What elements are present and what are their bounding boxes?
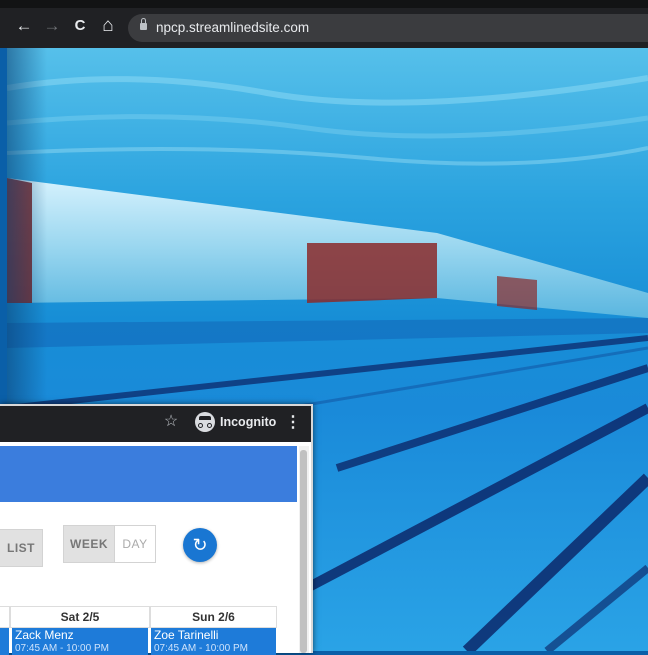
reload-icon[interactable]: C xyxy=(70,16,90,36)
column-header-sun: Sun 2/6 xyxy=(150,606,277,628)
forward-arrow-icon[interactable]: → xyxy=(42,16,62,36)
calendar-browser-window: ☆ Incognito ⋮ LIST WEEK DAY ↻ Sat 2/5 Su… xyxy=(0,404,313,655)
window-toolbar: ☆ Incognito ⋮ xyxy=(0,406,311,442)
refresh-icon: ↻ xyxy=(192,535,208,555)
day-view-button[interactable]: DAY xyxy=(114,525,156,563)
home-icon[interactable]: ⌂ xyxy=(98,16,118,36)
scrollbar-thumb[interactable] xyxy=(300,450,307,653)
event-time: 07:45 AM - 10:00 PM xyxy=(154,643,248,654)
event-name: Zack Menz xyxy=(15,628,74,642)
week-view-button[interactable]: WEEK xyxy=(63,525,115,563)
list-view-button[interactable]: LIST xyxy=(0,529,43,567)
bookmark-star-icon[interactable]: ☆ xyxy=(162,413,180,431)
lock-icon xyxy=(140,18,147,30)
browser-menu-icon[interactable]: ⋮ xyxy=(285,414,301,432)
browser-toolbar: ← → C ⌂ npcp.streamlinedsite.com xyxy=(0,0,648,48)
address-bar[interactable]: npcp.streamlinedsite.com xyxy=(128,14,648,42)
incognito-icon xyxy=(195,412,215,432)
refresh-button[interactable]: ↻ xyxy=(183,528,217,562)
column-header-sat: Sat 2/5 xyxy=(10,606,150,628)
event-name: Zoe Tarinelli xyxy=(154,628,219,642)
tab-strip xyxy=(0,0,648,8)
event-time: 07:45 AM - 10:00 PM xyxy=(15,643,109,654)
incognito-label: Incognito xyxy=(220,415,277,429)
url-text: npcp.streamlinedsite.com xyxy=(156,20,310,35)
back-arrow-icon[interactable]: ← xyxy=(14,16,34,36)
app-header-bar xyxy=(0,446,297,502)
column-header-partial xyxy=(0,606,10,628)
